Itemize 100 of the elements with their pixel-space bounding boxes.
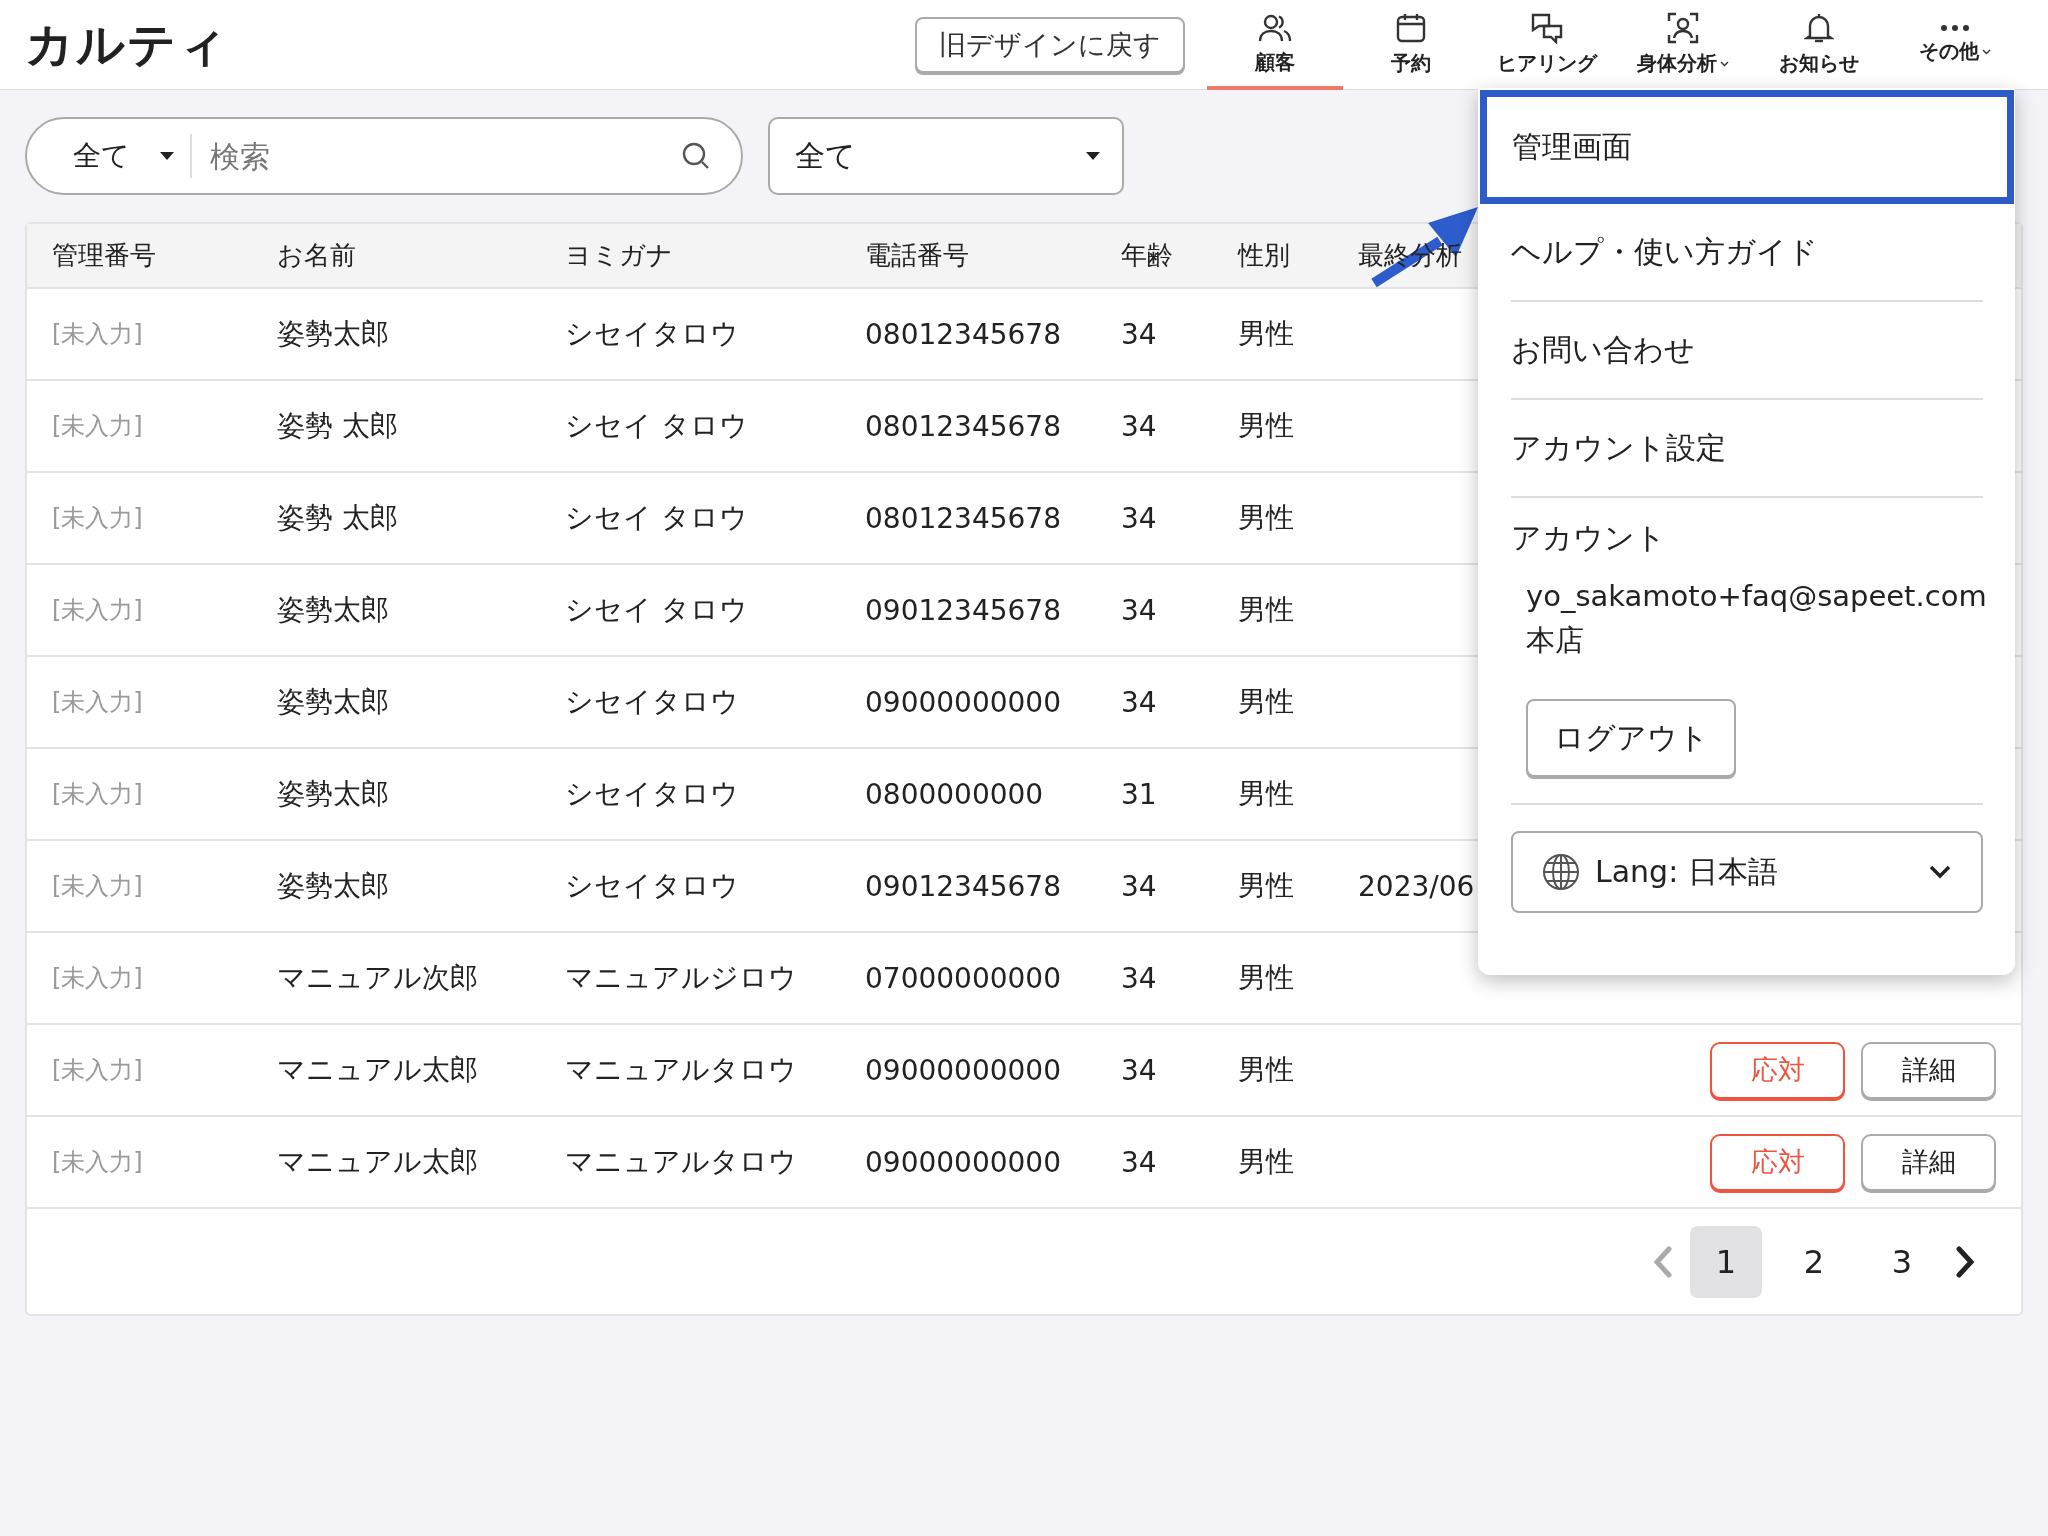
detail-button[interactable]: 詳細 — [1861, 1133, 1996, 1191]
table-cell-text: 男性 — [1238, 592, 1294, 628]
status-dropdown[interactable]: 全て — [768, 117, 1124, 195]
search-icon — [681, 141, 711, 171]
language-select[interactable]: Lang: 日本語 — [1511, 831, 1983, 913]
person-scan-icon — [1667, 12, 1699, 44]
table-cell-text: [未入力] — [52, 503, 143, 534]
table-cell: 31 — [1121, 777, 1157, 811]
column-header: 管理番号 — [52, 239, 156, 272]
table-cell: 09000000000 — [865, 1053, 1061, 1087]
table-cell: 07000000000 — [865, 961, 1061, 995]
nav-tab[interactable]: その他 — [1887, 0, 2023, 90]
table-cell-text: 姿勢太郎 — [277, 316, 389, 352]
table-cell-text: 男性 — [1238, 408, 1294, 444]
column-header: 性別 — [1238, 239, 1290, 272]
table-cell: 34 — [1121, 317, 1157, 351]
scope-dropdown[interactable]: 全て — [57, 134, 192, 178]
page-button[interactable]: 3 — [1866, 1225, 1938, 1298]
table-cell-text: 男性 — [1238, 868, 1294, 904]
table-cell: 08012345678 — [865, 317, 1061, 351]
old-design-button[interactable]: 旧デザインに戻す — [915, 16, 1185, 73]
table-cell-text: マニュアルタロウ — [565, 1144, 797, 1180]
table-cell-text: [未入力] — [52, 1055, 143, 1086]
next-page-icon[interactable] — [1954, 1244, 1976, 1279]
table-cell-text: シセイタロウ — [565, 776, 739, 812]
table-cell: 09012345678 — [865, 593, 1061, 627]
table-cell-text: [未入力] — [52, 687, 143, 718]
table-cell-text: 男性 — [1238, 316, 1294, 352]
table-cell-text: [未入力] — [52, 595, 143, 626]
column-header: ヨミガナ — [565, 239, 673, 272]
table-cell: 34 — [1121, 593, 1157, 627]
table-cell: 09012345678 — [865, 869, 1061, 903]
search-field[interactable]: 全て 検索 — [25, 117, 743, 195]
table-cell-text: マニュアル次郎 — [277, 960, 478, 996]
nav-tab[interactable]: 身体分析 — [1615, 0, 1751, 90]
calendar-icon — [1395, 12, 1427, 44]
table-cell-text: 男性 — [1238, 776, 1294, 812]
table-cell-text: [未入力] — [52, 963, 143, 994]
page-button[interactable]: 2 — [1778, 1225, 1850, 1298]
table-cell-text: 姿勢 太郎 — [277, 500, 398, 536]
column-header: お名前 — [277, 239, 356, 272]
table-cell-text: マニュアルジロウ — [565, 960, 797, 996]
table-cell-text: シセイタロウ — [565, 684, 739, 720]
page-button[interactable]: 1 — [1690, 1225, 1762, 1298]
table-cell-text: 姿勢太郎 — [277, 868, 389, 904]
table-cell-text: 姿勢太郎 — [277, 684, 389, 720]
nav-tab[interactable]: ヒアリング — [1479, 0, 1615, 90]
caret-icon — [1086, 152, 1100, 160]
table-cell-text: 姿勢太郎 — [277, 592, 389, 628]
app-logo: カルティ — [25, 14, 229, 74]
table-cell: 34 — [1121, 961, 1157, 995]
table-cell: 08012345678 — [865, 409, 1061, 443]
table-cell-text: 男性 — [1238, 960, 1294, 996]
table-cell: 0800000000 — [865, 777, 1044, 811]
table-cell: 34 — [1121, 685, 1157, 719]
table-cell-text: マニュアル太郎 — [277, 1144, 478, 1180]
people-icon — [1258, 13, 1292, 43]
menu-item[interactable]: 管理画面 — [1480, 90, 2014, 204]
table-cell-text: [未入力] — [52, 1147, 143, 1178]
table-cell-text: シセイ タロウ — [565, 500, 748, 536]
nav-tab[interactable]: お知らせ — [1751, 0, 1887, 90]
logout-button[interactable]: ログアウト — [1526, 699, 1736, 777]
account-label: アカウント — [1511, 519, 1666, 557]
column-header: 電話番号 — [865, 239, 969, 272]
table-cell: 34 — [1121, 501, 1157, 535]
table-cell-text: 姿勢太郎 — [277, 776, 389, 812]
bell-icon — [1804, 12, 1834, 44]
table-cell-text: マニュアル太郎 — [277, 1052, 478, 1088]
caret-icon — [160, 152, 174, 160]
table-cell: 2023/06 — [1358, 869, 1475, 903]
account-email: yo_sakamoto+faq@sapeet.com — [1526, 579, 1987, 613]
table-cell-text: 男性 — [1238, 1052, 1294, 1088]
table-cell-text: [未入力] — [52, 411, 143, 442]
table-cell-text: 男性 — [1238, 500, 1294, 536]
table-cell: 34 — [1121, 869, 1157, 903]
store-name: 本店 — [1526, 622, 1584, 659]
table-cell-text: シセイタロウ — [565, 868, 739, 904]
table-cell-text: [未入力] — [52, 871, 143, 902]
chat-icon — [1530, 12, 1564, 44]
table-cell: 09000000000 — [865, 685, 1061, 719]
table-cell-text: [未入力] — [52, 319, 143, 350]
chevron-down-icon — [1929, 865, 1951, 879]
table-cell-text: [未入力] — [52, 779, 143, 810]
column-header: 年齢 — [1121, 239, 1173, 272]
table-cell: 34 — [1121, 1053, 1157, 1087]
detail-button[interactable]: 詳細 — [1861, 1041, 1996, 1099]
table-cell: 08012345678 — [865, 501, 1061, 535]
table-cell: 34 — [1121, 1145, 1157, 1179]
table-cell: 09000000000 — [865, 1145, 1061, 1179]
table-cell-text: 姿勢 太郎 — [277, 408, 398, 444]
nav-tab[interactable]: 顧客 — [1207, 0, 1343, 90]
table-cell-text: シセイタロウ — [565, 316, 739, 352]
more-icon — [1940, 24, 1970, 32]
table-cell-text: マニュアルタロウ — [565, 1052, 797, 1088]
globe-icon — [1541, 852, 1581, 892]
table-cell-text: シセイ タロウ — [565, 592, 748, 628]
table-cell-text: 男性 — [1238, 1144, 1294, 1180]
nav-tab[interactable]: 予約 — [1343, 0, 1479, 90]
table-cell-text: シセイ タロウ — [565, 408, 748, 444]
table-cell: 34 — [1121, 409, 1157, 443]
